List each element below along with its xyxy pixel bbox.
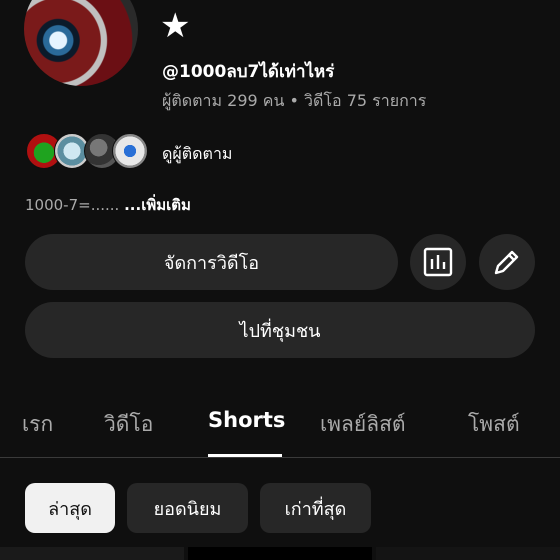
- description-text: 1000-7=......: [25, 196, 120, 214]
- pencil-icon: [494, 250, 519, 275]
- channel-description[interactable]: 1000-7=...... ...เพิ่มเติม: [25, 193, 191, 217]
- channel-tabs: เรก วิดีโอ Shorts เพลย์ลิสต์ โพสต์: [0, 400, 560, 458]
- tab-shorts[interactable]: Shorts: [208, 408, 285, 432]
- manage-videos-button[interactable]: จัดการวิดีโอ: [25, 234, 398, 290]
- short-thumbnail[interactable]: [188, 547, 372, 560]
- filter-latest[interactable]: ล่าสุด: [25, 483, 115, 533]
- go-to-community-button[interactable]: ไปที่ชุมชน: [25, 302, 535, 358]
- filter-oldest[interactable]: เก่าที่สุด: [260, 483, 371, 533]
- short-thumbnail[interactable]: [376, 547, 560, 560]
- tab-posts[interactable]: โพสต์: [468, 408, 520, 441]
- short-thumbnail[interactable]: [0, 547, 184, 560]
- tab-videos[interactable]: วิดีโอ: [104, 408, 153, 441]
- analytics-button[interactable]: [410, 234, 466, 290]
- more-link[interactable]: ...เพิ่มเติม: [124, 196, 191, 214]
- subscriptions-avatars[interactable]: [26, 133, 152, 169]
- manage-videos-label: จัดการวิดีโอ: [163, 252, 260, 274]
- channel-handle: @1000ลบ7ได้เท่าไหร่: [162, 62, 335, 82]
- go-to-community-label: ไปที่ชุมชน: [239, 320, 321, 342]
- see-subscriptions-link[interactable]: ดูผู้ติดตาม: [162, 142, 232, 167]
- filter-popular-label: ยอดนิยม: [153, 498, 222, 520]
- edit-button[interactable]: [479, 234, 535, 290]
- subscription-avatar: [112, 133, 148, 169]
- tab-playlists[interactable]: เพลย์ลิสต์: [320, 408, 406, 441]
- active-tab-indicator: [208, 454, 282, 457]
- channel-name: ★: [160, 6, 191, 46]
- bar-chart-icon: [423, 247, 453, 277]
- channel-avatar[interactable]: [24, 0, 138, 86]
- channel-meta: ผู้ติดตาม 299 คน • วิดีโอ 75 รายการ: [162, 91, 427, 110]
- filter-latest-label: ล่าสุด: [48, 498, 92, 520]
- filter-popular[interactable]: ยอดนิยม: [127, 483, 248, 533]
- tab-home[interactable]: เรก: [22, 408, 53, 441]
- filter-oldest-label: เก่าที่สุด: [284, 498, 347, 520]
